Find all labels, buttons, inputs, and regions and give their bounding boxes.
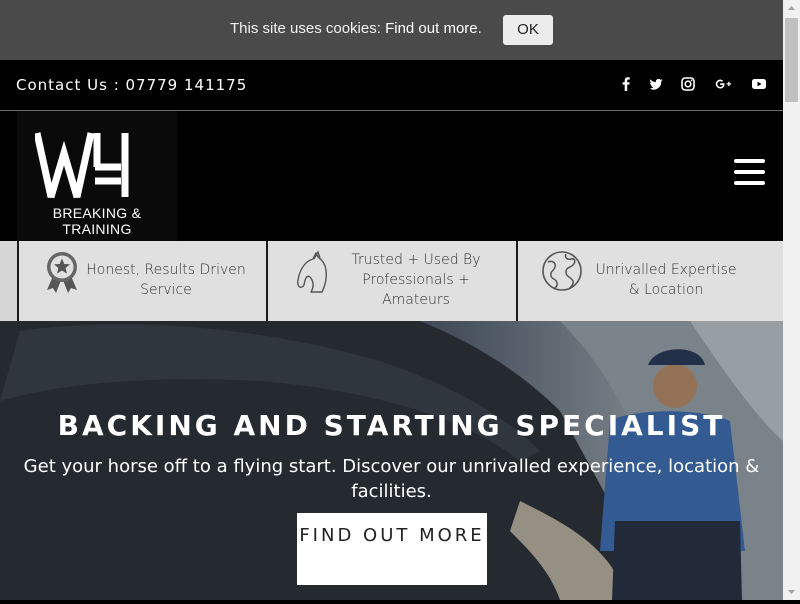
hero-subtitle: Get your horse off to a flying start. Di… [23, 456, 760, 502]
logo-tagline: BREAKING & TRAINING [52, 205, 142, 237]
page-scrollbar[interactable] [783, 0, 800, 600]
find-out-more-button[interactable]: FIND OUT MORE [297, 513, 487, 585]
award-ribbon-icon [41, 250, 83, 298]
scroll-down-arrow-icon[interactable] [783, 583, 800, 600]
site-header: BREAKING & TRAINING [0, 111, 783, 241]
features-strip: Honest, Results Driven Service Trusted +… [0, 241, 783, 321]
cookie-text: This site uses cookies: [230, 20, 381, 37]
cookie-find-out-more-link[interactable]: Find out more. [385, 20, 482, 37]
features-edge [0, 241, 17, 321]
feature-text: Trusted + Used By Professionals + Amateu… [351, 252, 481, 308]
google-plus-icon[interactable] [712, 73, 734, 95]
youtube-icon[interactable] [748, 73, 770, 95]
cookie-banner: This site uses cookies: Find out more. O… [0, 0, 783, 60]
contact-phone[interactable]: Contact Us : 07779 141175 [16, 76, 247, 94]
cookie-message: This site uses cookies: Find out more. [230, 19, 482, 39]
scroll-up-arrow-icon[interactable] [783, 0, 800, 17]
hamburger-menu-icon[interactable] [734, 159, 765, 185]
twitter-icon[interactable] [645, 73, 667, 95]
page: This site uses cookies: Find out more. O… [0, 0, 783, 600]
feature-text: Unrivalled Expertise & Location [595, 262, 737, 298]
globe-icon [540, 250, 584, 298]
feature-item-expertise: Unrivalled Expertise & Location [518, 241, 783, 321]
facebook-icon[interactable] [615, 73, 637, 95]
contact-bar: Contact Us : 07779 141175 [0, 60, 783, 111]
feature-item-trusted: Trusted + Used By Professionals + Amateu… [268, 241, 516, 321]
horse-head-icon [294, 250, 330, 298]
feature-item-honest: Honest, Results Driven Service [19, 241, 266, 321]
instagram-icon[interactable] [677, 73, 699, 95]
hero-banner: BACKING AND STARTING SPECIALIST Get your… [0, 321, 783, 600]
wh-logo-mark [35, 132, 129, 198]
hero-title: BACKING AND STARTING SPECIALIST [57, 409, 726, 442]
cookie-ok-button[interactable]: OK [503, 15, 553, 45]
site-logo[interactable]: BREAKING & TRAINING [17, 111, 177, 241]
feature-text: Honest, Results Driven Service [86, 262, 246, 298]
scrollbar-thumb[interactable] [785, 18, 798, 102]
